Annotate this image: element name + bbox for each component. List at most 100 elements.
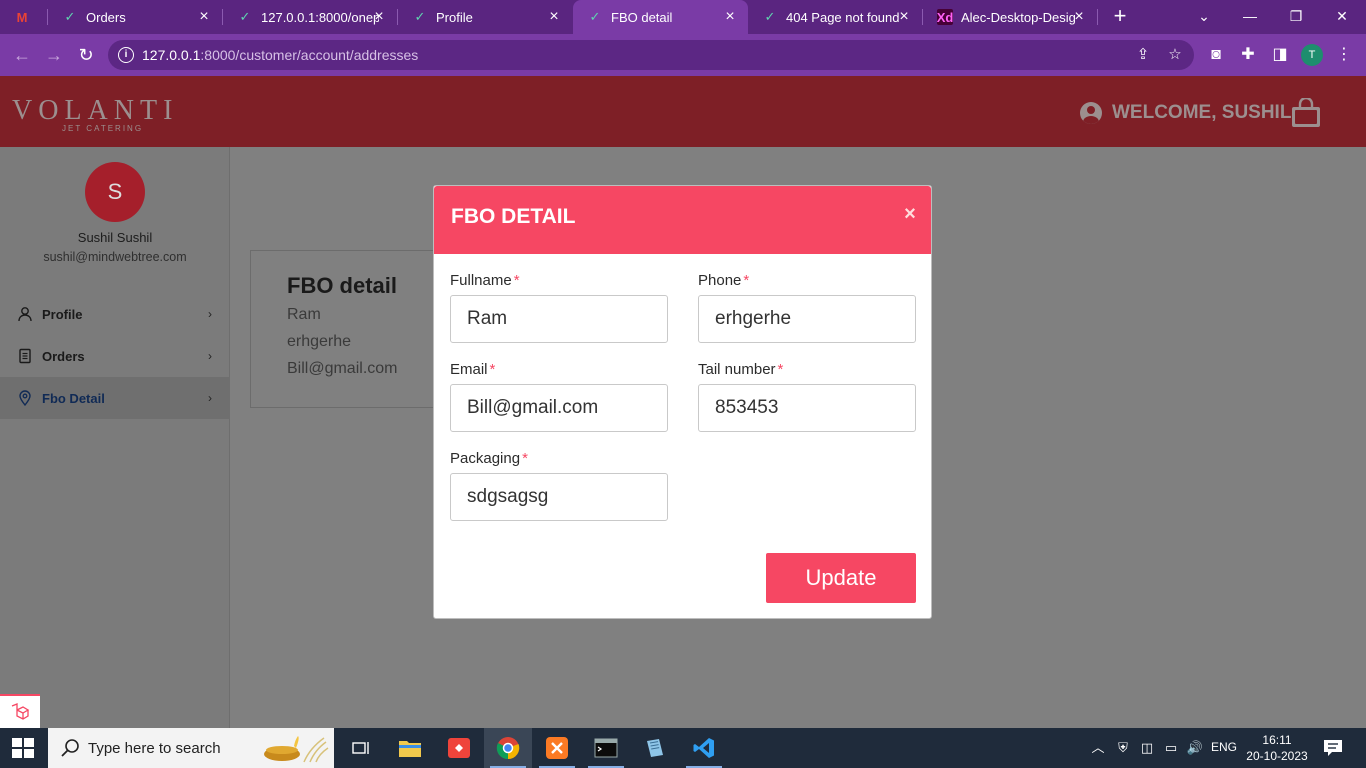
close-tab-icon[interactable]: × [371,9,387,25]
browser-profile-avatar[interactable]: T [1301,44,1323,66]
laravel-debugbar-icon[interactable] [0,694,40,728]
tab-profile[interactable]: ✓ Profile × [398,0,572,34]
tab-title: FBO detail [611,9,673,25]
volume-icon[interactable]: 🔊 [1185,738,1205,758]
back-button[interactable]: ← [10,43,34,67]
person-icon [16,305,34,323]
restore-button[interactable]: ❐ [1282,4,1310,28]
tab-onepage[interactable]: ✓ 127.0.0.1:8000/onep × [223,0,397,34]
notepad-icon[interactable] [631,728,679,768]
tab-title: Alec-Desktop-Desig [961,9,1076,25]
tail-number-input[interactable] [698,384,916,432]
browser-tab-bar: M ✓ Orders × ✓ 127.0.0.1:8000/onep × ✓ P… [0,0,1366,34]
windows-taskbar: Type here to search ︿ ⛨ ◫ ▭ 🔊 ENG 16:11 … [0,728,1366,768]
chevron-right-icon: › [208,307,212,321]
fbo-detail-card: FBO detail Ram erhgerhe Bill@gmail.com [250,250,450,408]
sidebar-item-label: Orders [42,348,85,364]
modal-header: FBO DETAIL × [434,186,931,254]
tab-separator [1097,9,1098,25]
label-text: Tail number [698,361,776,378]
check-icon: ✓ [239,9,251,24]
required-marker: * [489,361,496,378]
required-marker: * [513,272,520,289]
email-input[interactable] [450,384,668,432]
close-tab-icon[interactable]: × [722,9,738,25]
clock[interactable]: 16:11 20-10-2023 [1244,732,1310,764]
tail-number-label: Tail number * [698,361,783,378]
label-text: Packaging [450,450,521,467]
notifications-icon[interactable] [1322,738,1344,758]
chevron-up-icon[interactable]: ︿ [1088,738,1108,758]
new-tab-button[interactable]: + [1108,5,1132,29]
address-bar[interactable]: i 127.0.0.1:8000/customer/account/addres… [108,40,1194,70]
sidebar-item-label: Profile [42,306,83,322]
close-window-button[interactable]: ✕ [1328,4,1356,28]
tab-title: Profile [436,9,473,25]
card-line-phone: erhgerhe [287,333,352,350]
required-marker: * [522,450,528,467]
label-text: Fullname [450,272,512,289]
xampp-icon[interactable] [533,728,581,768]
windows-start-icon[interactable] [12,738,34,758]
meet-now-icon[interactable]: ◫ [1137,738,1157,758]
packaging-input[interactable] [450,473,668,521]
account-menu[interactable]: WELCOME, SUSHIL ⌄ [1080,100,1312,126]
menu-kebab-icon[interactable]: ⋮ [1332,43,1356,67]
tab-orders[interactable]: ✓ Orders × [48,0,222,34]
camera-icon[interactable]: ◙ [1204,43,1228,67]
shopping-bag-icon[interactable] [1290,98,1322,128]
chevron-right-icon: › [208,349,212,363]
close-tab-icon[interactable]: × [196,9,212,25]
anydesk-icon[interactable] [435,728,483,768]
tab-gmail[interactable]: M [0,0,46,34]
close-tab-icon[interactable]: × [1071,9,1087,25]
gmail-icon: M [16,9,28,25]
forward-button[interactable]: → [42,43,66,67]
reload-button[interactable]: ↻ [74,43,98,67]
logo-subtext: JET CATERING [62,124,144,133]
sidebar-item-orders[interactable]: Orders › [0,335,230,377]
xd-icon: Xd [936,9,954,25]
tab-fbo-detail[interactable]: ✓ FBO detail × [573,0,748,34]
clock-time: 16:11 [1262,733,1292,747]
label-text: Email [450,361,488,378]
language-indicator[interactable]: ENG [1211,740,1237,754]
update-button[interactable]: Update [766,553,916,603]
network-icon[interactable]: ▭ [1161,738,1181,758]
phone-input[interactable] [698,295,916,343]
task-view-icon[interactable] [337,728,385,768]
sidebar-item-profile[interactable]: Profile › [0,293,230,335]
share-icon[interactable]: ⇪ [1134,46,1152,64]
security-icon[interactable]: ⛨ [1113,738,1133,758]
search-placeholder: Type here to search [88,740,221,757]
minimize-button[interactable]: — [1236,4,1264,28]
extensions-puzzle-icon[interactable]: ✚ [1236,43,1260,67]
bookmark-star-icon[interactable]: ☆ [1166,46,1184,64]
fullname-label: Fullname * [450,272,520,289]
browser-toolbar: ← → ↻ i 127.0.0.1:8000/customer/account/… [0,34,1366,76]
side-panel-icon[interactable]: ◨ [1268,43,1292,67]
chrome-icon[interactable] [484,728,532,768]
check-icon: ✓ [414,9,426,24]
user-circle-icon [1080,102,1102,124]
tab-404[interactable]: ✓ 404 Page not found × [748,0,922,34]
volanti-logo[interactable]: VOLANTI JET CATERING [12,95,172,135]
close-icon[interactable]: × [899,203,921,225]
url-path: :8000/customer/account/addresses [200,47,419,63]
vscode-icon[interactable] [680,728,728,768]
tab-search-icon[interactable]: ⌄ [1190,4,1218,28]
site-info-icon[interactable]: i [118,47,134,63]
tab-adobe-xd[interactable]: Xd Alec-Desktop-Desig × [923,0,1097,34]
file-explorer-icon[interactable] [386,728,434,768]
sidebar-item-fbo-detail[interactable]: Fbo Detail › [0,377,230,419]
required-marker: * [743,272,750,289]
close-tab-icon[interactable]: × [896,9,912,25]
fullname-input[interactable] [450,295,668,343]
modal-title: FBO DETAIL [451,205,576,228]
check-icon: ✓ [64,9,76,24]
terminal-icon[interactable] [582,728,630,768]
close-tab-icon[interactable]: × [546,9,562,25]
phone-label: Phone * [698,272,749,289]
check-icon: ✓ [764,9,776,24]
taskbar-search-box[interactable]: Type here to search [48,728,334,768]
